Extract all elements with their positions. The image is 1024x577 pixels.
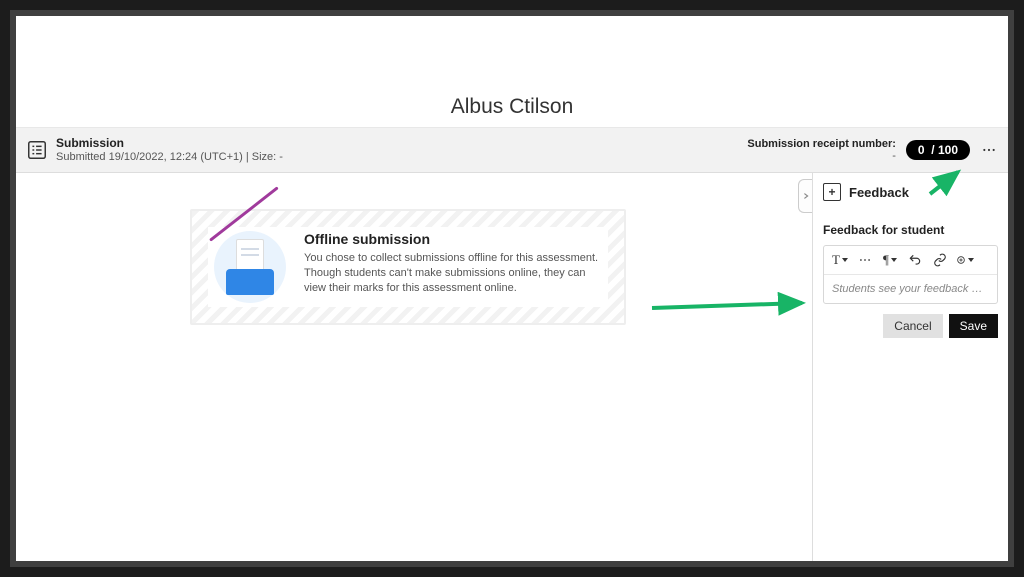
feedback-subheader: Feedback for student bbox=[813, 207, 1008, 245]
student-name: Albus Ctilson bbox=[451, 95, 574, 119]
more-options-button[interactable] bbox=[980, 141, 998, 159]
editor-toolbar: T ¶ bbox=[824, 246, 997, 275]
submission-viewer: Offline submission You chose to collect … bbox=[16, 173, 812, 561]
submission-meta: Submitted 19/10/2022, 12:24 (UTC+1) | Si… bbox=[56, 150, 283, 164]
submission-bar: Submission Submitted 19/10/2022, 12:24 (… bbox=[16, 128, 1008, 173]
paragraph-button[interactable]: ¶ bbox=[881, 251, 899, 269]
feedback-editor[interactable]: T ¶ Students see your feedback when you … bbox=[823, 245, 998, 304]
submission-list-icon bbox=[26, 139, 48, 161]
insert-plus-button[interactable] bbox=[956, 251, 974, 269]
score-pill[interactable]: 0 / 100 bbox=[906, 140, 970, 160]
header-blank-area bbox=[16, 16, 1008, 86]
cancel-button[interactable]: Cancel bbox=[883, 314, 942, 338]
save-button[interactable]: Save bbox=[949, 314, 998, 338]
text-style-button[interactable]: T bbox=[831, 251, 849, 269]
feedback-panel: + Feedback Feedback for student T ¶ Stud… bbox=[812, 173, 1008, 561]
offline-heading: Offline submission bbox=[304, 231, 602, 247]
link-button[interactable] bbox=[931, 251, 949, 269]
feedback-header: Feedback bbox=[849, 185, 909, 200]
score-sep: / bbox=[931, 143, 934, 157]
collapse-panel-handle[interactable] bbox=[798, 179, 812, 213]
receipt-block: Submission receipt number: - bbox=[747, 138, 896, 162]
submission-title: Submission bbox=[56, 136, 283, 150]
score-got: 0 bbox=[918, 143, 925, 157]
receipt-value: - bbox=[747, 150, 896, 162]
receipt-label: Submission receipt number: bbox=[747, 138, 896, 150]
student-name-header: Albus Ctilson bbox=[16, 86, 1008, 128]
annotation-arrow-editor bbox=[652, 293, 812, 328]
feedback-textarea[interactable]: Students see your feedback when you post… bbox=[824, 275, 997, 303]
offline-submission-icon bbox=[214, 231, 286, 303]
add-feedback-icon[interactable]: + bbox=[823, 183, 841, 201]
score-outof: 100 bbox=[938, 143, 958, 157]
undo-button[interactable] bbox=[906, 251, 924, 269]
offline-submission-card: Offline submission You chose to collect … bbox=[190, 209, 626, 325]
more-formatting-button[interactable] bbox=[856, 251, 874, 269]
offline-body: You chose to collect submissions offline… bbox=[304, 251, 602, 296]
